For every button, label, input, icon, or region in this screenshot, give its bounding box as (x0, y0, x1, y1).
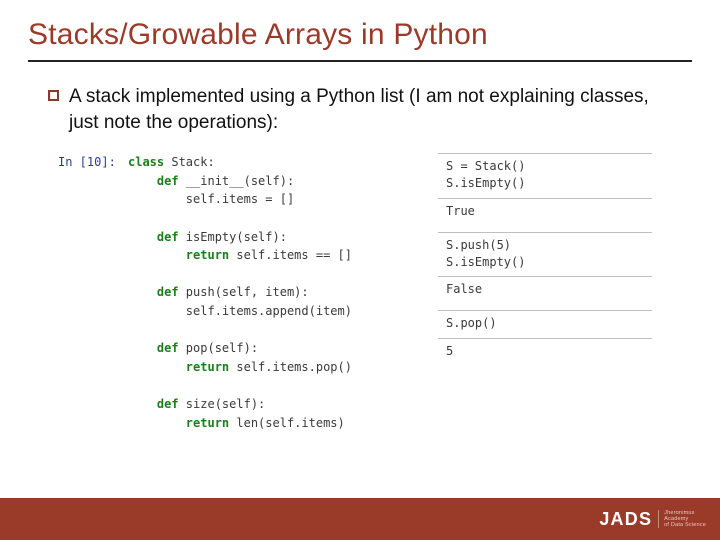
slide-title: Stacks/Growable Arrays in Python (0, 0, 720, 60)
kw-def: def (128, 174, 179, 188)
kw-def: def (128, 230, 179, 244)
kw-return: return (128, 248, 229, 262)
code-text: __init__(self): (179, 174, 295, 188)
code-cell-3: S.pop() (438, 310, 652, 339)
output-1: True (438, 198, 652, 232)
output-3: 5 (438, 338, 652, 372)
logo-sub-line: of Data Science (664, 522, 706, 528)
code-text: isEmpty(self): (179, 230, 287, 244)
kw-def: def (128, 285, 179, 299)
logo-text: JADS (599, 509, 652, 530)
bullet-icon (48, 90, 59, 101)
footer-bar: JADS Jheronimus Academy of Data Science (0, 498, 720, 540)
kw-return: return (128, 360, 229, 374)
kw-return: return (128, 416, 229, 430)
bullet-text: A stack implemented using a Python list … (69, 84, 672, 135)
code-text: Stack: (164, 155, 215, 169)
kw-class: class (128, 155, 164, 169)
jads-logo: JADS Jheronimus Academy of Data Science (599, 509, 706, 530)
bullet-item: A stack implemented using a Python list … (48, 84, 672, 135)
code-text: self.items = [] (128, 192, 294, 206)
output-2: False (438, 276, 652, 310)
code-text: size(self): (179, 397, 266, 411)
kw-def: def (128, 341, 179, 355)
class-definition-cell: In [10]: class Stack: def __init__(self)… (48, 153, 438, 432)
logo-subtitle: Jheronimus Academy of Data Science (658, 510, 706, 529)
usage-cells: S = Stack() S.isEmpty() True S.push(5) S… (438, 153, 672, 432)
code-text: len(self.items) (229, 416, 345, 430)
slide-body: A stack implemented using a Python list … (0, 62, 720, 432)
code-columns: In [10]: class Stack: def __init__(self)… (48, 135, 672, 432)
code-cell-2: S.push(5) S.isEmpty() (438, 232, 652, 278)
code-text: self.items.append(item) (128, 304, 352, 318)
kw-def: def (128, 397, 179, 411)
code-text: self.items.pop() (229, 360, 352, 374)
code-text: self.items == [] (229, 248, 352, 262)
code-cell-1: S = Stack() S.isEmpty() (438, 153, 652, 199)
code-text: push(self, item): (179, 285, 309, 299)
code-text: pop(self): (179, 341, 258, 355)
input-prompt: In [10]: (58, 153, 128, 169)
class-code: class Stack: def __init__(self): self.it… (128, 153, 352, 432)
